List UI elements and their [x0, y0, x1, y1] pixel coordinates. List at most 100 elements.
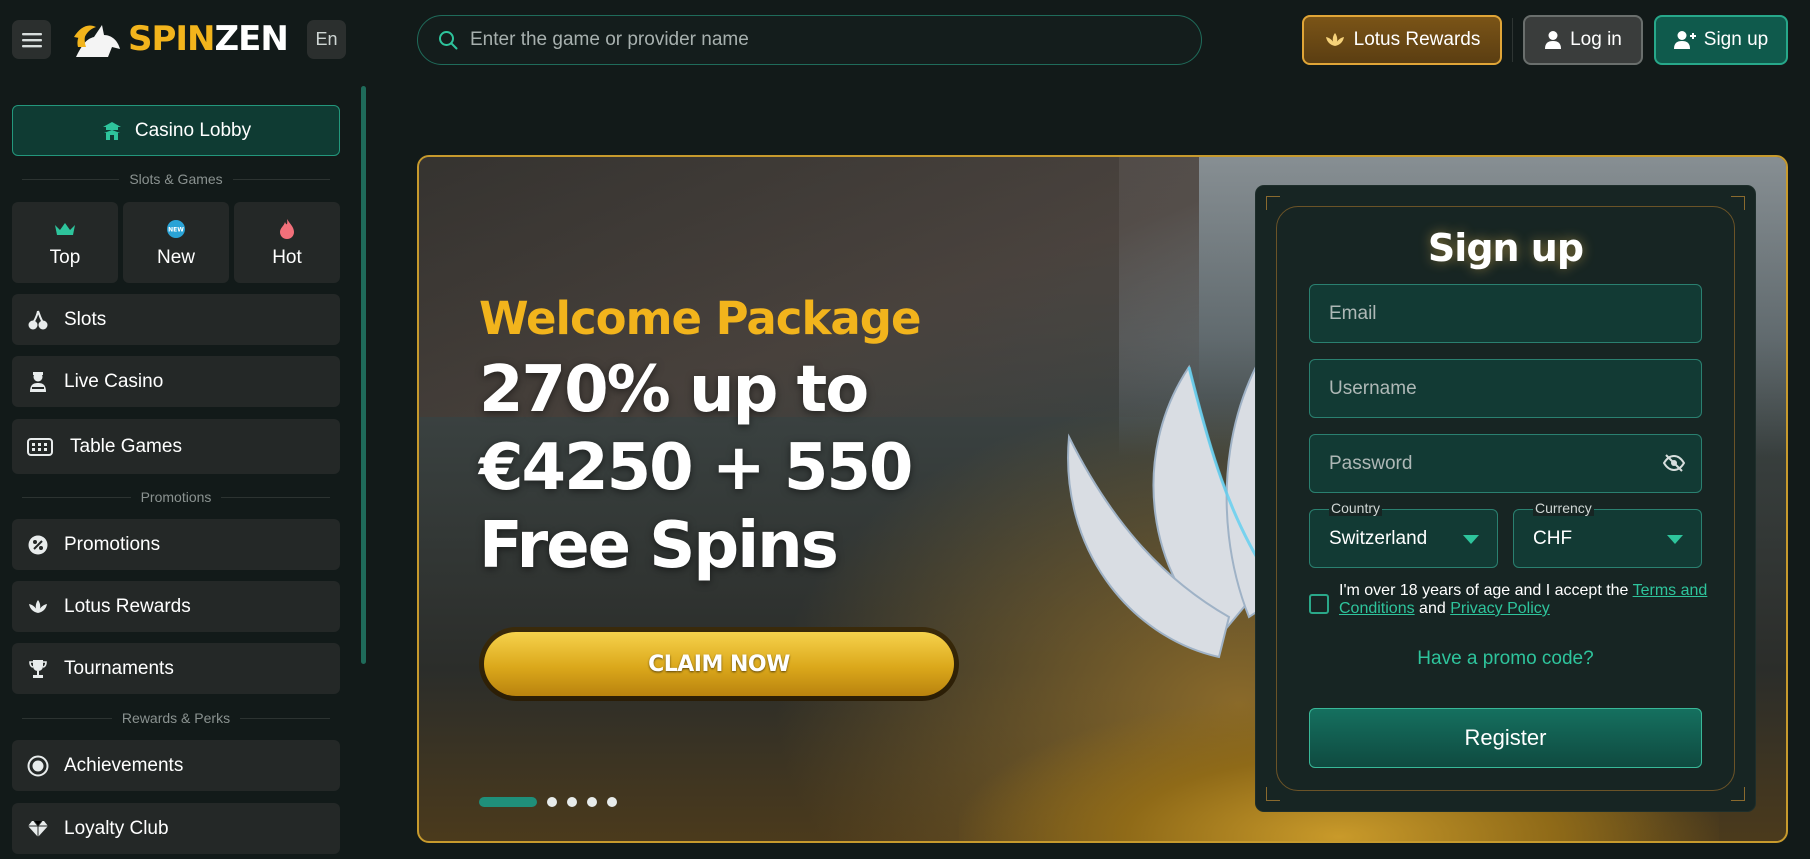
sidebar-item-slots[interactable]: Slots	[12, 294, 340, 345]
casino-lobby-label: Casino Lobby	[134, 119, 252, 141]
cherries-icon	[26, 308, 50, 332]
carousel-dot[interactable]	[587, 797, 597, 807]
sidebar-item-label: Tournaments	[64, 657, 174, 679]
frame-corner	[1266, 196, 1280, 210]
lotus-rewards-button[interactable]: Lotus Rewards	[1302, 15, 1502, 65]
password-field[interactable]	[1309, 434, 1702, 493]
hamburger-icon	[21, 32, 42, 47]
login-button[interactable]: Log in	[1523, 15, 1643, 65]
carousel-dot[interactable]	[567, 797, 577, 807]
sidebar-item-loyalty-club[interactable]: Loyalty Club	[12, 803, 340, 854]
frame-corner	[1731, 787, 1745, 801]
privacy-link[interactable]: Privacy Policy	[1450, 600, 1550, 617]
agree-middle: and	[1414, 600, 1451, 617]
frame-corner	[1731, 196, 1745, 210]
lotus-icon	[26, 595, 50, 619]
menu-button[interactable]	[12, 20, 51, 59]
sidebar-item-table-games[interactable]: Table Games	[12, 419, 340, 474]
casino-lobby-button[interactable]: Casino Lobby	[12, 105, 340, 156]
currency-select[interactable]: Currency CHF	[1513, 500, 1702, 568]
currency-value: CHF	[1533, 527, 1573, 549]
password-input[interactable]	[1329, 452, 1649, 475]
signup-title: Sign up	[1427, 226, 1584, 270]
search-bar[interactable]	[417, 15, 1202, 65]
crown-icon	[54, 217, 76, 241]
svg-text:NEW: NEW	[168, 226, 184, 233]
user-icon	[1544, 30, 1562, 50]
section-title: Slots & Games	[129, 171, 223, 187]
carousel-dot[interactable]	[547, 797, 557, 807]
dealer-icon	[26, 370, 50, 394]
chevron-down-icon	[1463, 535, 1479, 544]
tile-new[interactable]: NEW New	[123, 202, 229, 283]
claim-now-button[interactable]: CLAIM NOW	[479, 627, 959, 701]
tile-hot[interactable]: Hot	[234, 202, 340, 283]
register-label: Register	[1464, 725, 1547, 750]
sidebar-item-live-casino[interactable]: Live Casino	[12, 356, 340, 407]
login-label: Log in	[1570, 29, 1622, 50]
sidebar-item-label: Live Casino	[64, 370, 164, 392]
logo[interactable]: SPINZEN	[72, 14, 292, 64]
frame-corner	[1266, 787, 1280, 801]
sidebar-item-lotus-rewards[interactable]: Lotus Rewards	[12, 581, 340, 632]
sidebar-item-achievements[interactable]: Achievements	[12, 740, 340, 791]
hero-offer: 270% up to €4250 + 550 Free Spins	[479, 353, 913, 583]
country-select[interactable]: Country Switzerland	[1309, 500, 1498, 568]
trophy-icon	[26, 657, 50, 681]
eye-off-icon[interactable]	[1662, 453, 1686, 478]
signup-form-card: Sign up Country Switzerland Currency CHF…	[1256, 186, 1755, 811]
carousel-dot[interactable]	[607, 797, 617, 807]
chevron-down-icon	[1667, 535, 1683, 544]
language-selector[interactable]: En	[307, 20, 346, 59]
email-input[interactable]	[1329, 302, 1649, 325]
diamond-icon	[26, 817, 50, 841]
fox-logo-icon	[74, 25, 120, 57]
section-title: Rewards & Perks	[121, 710, 231, 726]
section-label-promotions: Promotions	[22, 488, 330, 506]
promo-code-link[interactable]: Have a promo code?	[1256, 648, 1755, 670]
signup-label: Sign up	[1703, 29, 1769, 50]
sidebar-item-label: Lotus Rewards	[64, 595, 191, 617]
sidebar-item-tournaments[interactable]: Tournaments	[12, 643, 340, 694]
medal-icon	[26, 754, 50, 778]
username-field[interactable]	[1309, 359, 1702, 418]
search-input[interactable]	[470, 29, 1170, 51]
section-label-rewards: Rewards & Perks	[22, 709, 330, 727]
email-field[interactable]	[1309, 284, 1702, 343]
sidebar-item-label: Achievements	[64, 754, 184, 776]
user-plus-icon	[1673, 30, 1696, 50]
tile-top[interactable]: Top	[12, 202, 118, 283]
tile-label: Top	[49, 246, 81, 268]
sidebar-item-label: Loyalty Club	[64, 817, 169, 839]
tile-label: New	[156, 246, 195, 268]
sidebar-item-label: Promotions	[64, 533, 161, 555]
tile-label: Hot	[272, 246, 302, 268]
category-tiles: Top NEW New Hot	[12, 202, 340, 283]
pagoda-icon	[101, 120, 123, 142]
sidebar-item-promotions[interactable]: Promotions	[12, 519, 340, 570]
new-badge-icon: NEW	[166, 217, 186, 241]
cards-table-icon	[26, 435, 54, 459]
username-input[interactable]	[1329, 377, 1649, 400]
currency-label: Currency	[1533, 500, 1594, 516]
header-divider	[1512, 18, 1513, 62]
terms-checkbox[interactable]	[1309, 594, 1329, 614]
section-label-slots-games: Slots & Games	[22, 170, 330, 188]
sidebar-scrollbar[interactable]	[361, 86, 366, 664]
claim-now-label: CLAIM NOW	[484, 632, 954, 696]
signup-button[interactable]: Sign up	[1654, 15, 1788, 65]
lotus-icon	[1324, 31, 1346, 49]
register-button[interactable]: Register	[1309, 708, 1702, 768]
carousel-dot-active[interactable]	[479, 797, 537, 807]
hero-kicker: Welcome Package	[479, 292, 921, 345]
percent-badge-icon	[26, 533, 50, 557]
country-value: Switzerland	[1329, 527, 1428, 549]
top-bar: SPINZEN En Lotus Rewards Log in Sign up	[0, 0, 1810, 78]
age-terms-agreement: I'm over 18 years of age and I accept th…	[1309, 582, 1709, 618]
carousel-dots	[479, 797, 617, 807]
logo-text-spin: SPIN	[128, 19, 216, 59]
hero-text-block: Welcome Package 270% up to €4250 + 550 F…	[479, 292, 999, 585]
logo-text-zen: ZEN	[214, 19, 289, 59]
sidebar-item-label: Table Games	[70, 435, 182, 457]
country-label: Country	[1329, 500, 1383, 516]
